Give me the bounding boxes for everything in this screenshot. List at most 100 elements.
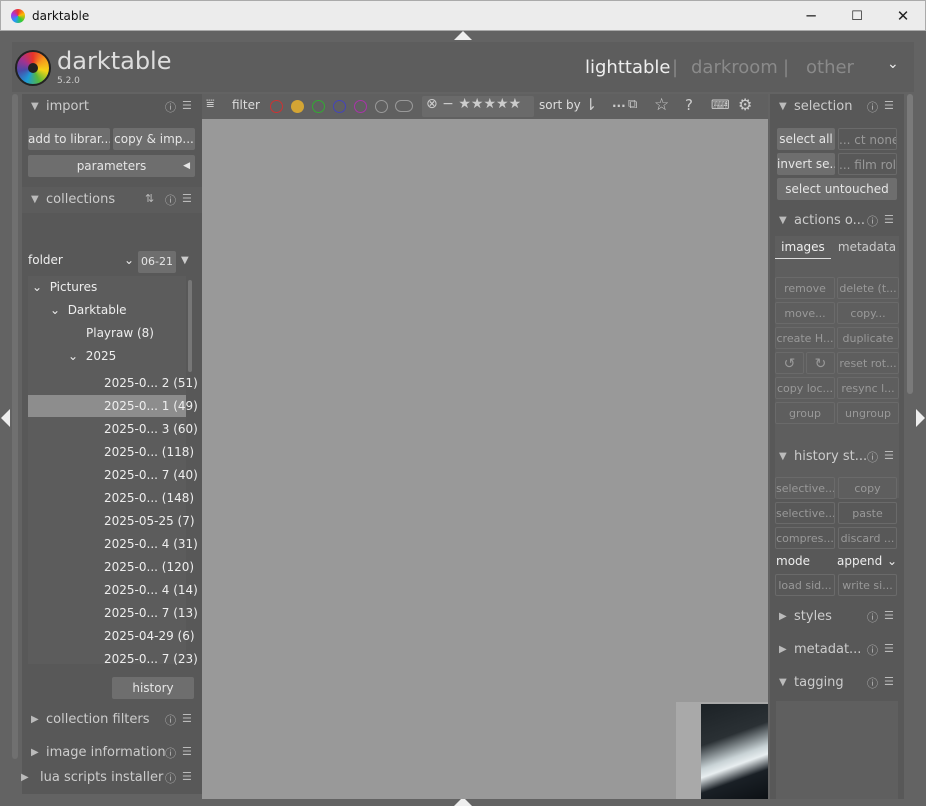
grouping-icon[interactable]: ⧉ xyxy=(628,97,637,112)
reset-icon[interactable]: ⓘ xyxy=(165,99,176,115)
parameters-expander[interactable]: parameters ◀ xyxy=(28,155,195,177)
collection-list-item[interactable]: 2025-0... 7 (13) xyxy=(28,602,198,624)
top-panel-toggle-icon[interactable] xyxy=(454,31,472,40)
action-button[interactable]: ungroup xyxy=(837,402,899,424)
maximize-button[interactable]: ☐ xyxy=(834,1,880,31)
collection-list-item[interactable]: 2025-05-25 (7) xyxy=(28,510,195,532)
reset-icon[interactable]: ⓘ xyxy=(867,609,878,625)
date-filter-field[interactable]: 06-21 xyxy=(138,251,176,273)
image-thumbnail[interactable] xyxy=(701,704,768,799)
right-panel-scrollbar[interactable] xyxy=(907,94,913,394)
image-information-header[interactable]: ▶ image information ⓘ ☰ xyxy=(22,740,202,766)
rotate-cw-icon[interactable]: ↻ xyxy=(806,352,835,374)
toggle-label-icon[interactable] xyxy=(395,100,413,112)
collection-list-item[interactable]: 2025-0... 3 (60) xyxy=(28,418,198,440)
collection-list-item[interactable]: 2025-0... 7 (23) xyxy=(28,648,198,670)
add-to-library-button[interactable]: add to librar... xyxy=(28,128,110,150)
reset-icon[interactable]: ⓘ xyxy=(165,745,176,761)
tagging-list[interactable] xyxy=(776,701,898,799)
metadata-header[interactable]: ▶ metadat... ⓘ ☰ xyxy=(770,637,904,663)
collection-list-item[interactable]: 2025-0... 7 (40) xyxy=(28,464,198,486)
reset-icon[interactable]: ⓘ xyxy=(867,642,878,658)
collection-list-item[interactable]: 2025-0... 1 (49) xyxy=(28,395,198,417)
action-button[interactable]: move... xyxy=(775,302,835,324)
left-panel-scrollbar[interactable] xyxy=(12,94,18,759)
history-stack-header[interactable]: ▼ history st... ⓘ ☰ xyxy=(770,444,904,470)
gray-label-icon[interactable] xyxy=(375,100,388,113)
collection-list-item[interactable]: 2025-0... (120) xyxy=(28,556,194,578)
presets-icon[interactable]: ☰ xyxy=(884,675,894,688)
lighttable-center-view[interactable] xyxy=(202,119,768,799)
right-panel-toggle-icon[interactable] xyxy=(916,409,925,427)
action-button[interactable]: delete (t... xyxy=(837,277,899,299)
tab-images[interactable]: images xyxy=(775,240,831,259)
copy-import-button[interactable]: copy & imp... xyxy=(113,128,195,150)
select-none-button[interactable]: ... ct none xyxy=(838,128,897,150)
close-button[interactable]: ✕ xyxy=(880,1,926,31)
compress-history-button[interactable]: compres... xyxy=(775,527,835,549)
reset-icon[interactable]: ⓘ xyxy=(867,99,878,115)
tree-item[interactable]: ⌄ Darktable xyxy=(50,303,127,317)
tree-scrollbar[interactable] xyxy=(188,280,192,372)
reset-icon[interactable]: ⓘ xyxy=(165,192,176,208)
reset-icon[interactable]: ⓘ xyxy=(867,213,878,229)
tab-metadata[interactable]: metadata xyxy=(835,240,899,254)
presets-icon[interactable]: ☰ xyxy=(884,449,894,462)
filter-dropdown-icon[interactable]: ▼ xyxy=(181,255,189,266)
history-button[interactable]: history xyxy=(112,677,194,699)
collection-list-item[interactable]: 2025-0... (118) xyxy=(28,441,194,463)
yellow-label-icon[interactable] xyxy=(291,100,304,113)
collection-list-item[interactable]: 2025-0... 4 (14) xyxy=(28,579,198,601)
presets-icon[interactable]: ☰ xyxy=(884,609,894,622)
selection-header[interactable]: ▼ selection ⓘ ☰ xyxy=(770,94,904,120)
styles-header[interactable]: ▶ styles ⓘ ☰ xyxy=(770,604,904,630)
reset-icon[interactable]: ⓘ xyxy=(165,712,176,728)
minimize-button[interactable]: ─ xyxy=(788,1,834,31)
view-other[interactable]: other xyxy=(806,57,854,78)
presets-icon[interactable]: ☰ xyxy=(884,642,894,655)
invert-selection-button[interactable]: invert se... xyxy=(777,153,835,175)
views-dropdown-icon[interactable]: ⌄ xyxy=(887,56,899,72)
action-button[interactable]: duplicate xyxy=(837,327,899,349)
select-untouched-button[interactable]: select untouched xyxy=(777,178,897,200)
write-sidecar-button[interactable]: write si... xyxy=(838,574,897,596)
paste-history-button[interactable]: paste xyxy=(838,502,897,524)
blue-label-icon[interactable] xyxy=(333,100,346,113)
gear-icon[interactable]: ⚙ xyxy=(738,95,752,114)
reset-icon[interactable]: ⓘ xyxy=(165,770,176,786)
tagging-header[interactable]: ▼ tagging ⓘ ☰ xyxy=(770,670,904,696)
collection-list-item[interactable]: 2025-0... 4 (31) xyxy=(28,533,198,555)
presets-icon[interactable]: ☰ xyxy=(182,192,192,205)
property-select[interactable]: folder ⌄ xyxy=(28,253,134,273)
left-panel-toggle-icon[interactable] xyxy=(1,409,10,427)
rotate-ccw-icon[interactable]: ↺ xyxy=(775,352,804,374)
view-darkroom[interactable]: darkroom xyxy=(691,57,778,78)
collection-list-item[interactable]: 2025-0... 2 (51) xyxy=(28,372,198,394)
green-label-icon[interactable] xyxy=(312,100,325,113)
copy-history-button[interactable]: copy xyxy=(838,477,897,499)
presets-icon[interactable]: ☰ xyxy=(182,745,192,758)
mode-select[interactable]: append ⌄ xyxy=(837,554,897,568)
selective-copy-button[interactable]: selective... xyxy=(775,477,835,499)
keyboard-shortcuts-icon[interactable]: ⌨ xyxy=(711,98,730,113)
tree-item[interactable]: Playraw (8) xyxy=(86,326,154,340)
presets-icon[interactable]: ☰ xyxy=(884,213,894,226)
import-header[interactable]: ▼ import ⓘ ☰ xyxy=(22,94,202,120)
tree-item[interactable]: ⌄ 2025 xyxy=(68,349,116,363)
select-all-button[interactable]: select all xyxy=(777,128,835,150)
lua-scripts-header[interactable]: ▶ lua scripts installer ⓘ ☰ xyxy=(12,765,202,791)
sort-order-icon[interactable]: ⇂ xyxy=(584,95,597,114)
tree-item[interactable]: ⌄ Pictures xyxy=(32,280,97,294)
thumbnail-cell[interactable] xyxy=(676,702,768,799)
action-button[interactable]: group xyxy=(775,402,835,424)
star-icon[interactable]: ☆ xyxy=(654,95,669,115)
reset-icon[interactable]: ⓘ xyxy=(867,675,878,691)
presets-icon[interactable]: ☰ xyxy=(182,712,192,725)
reset-icon[interactable]: ⓘ xyxy=(867,449,878,465)
collection-filters-header[interactable]: ▶ collection filters ⓘ ☰ xyxy=(22,707,202,733)
action-button[interactable]: create H... xyxy=(775,327,835,349)
collections-header[interactable]: ▼ collections ⇅ ⓘ ☰ xyxy=(22,187,202,213)
purple-label-icon[interactable] xyxy=(354,100,367,113)
presets-icon[interactable]: ☰ xyxy=(884,99,894,112)
selective-paste-button[interactable]: selective... xyxy=(775,502,835,524)
